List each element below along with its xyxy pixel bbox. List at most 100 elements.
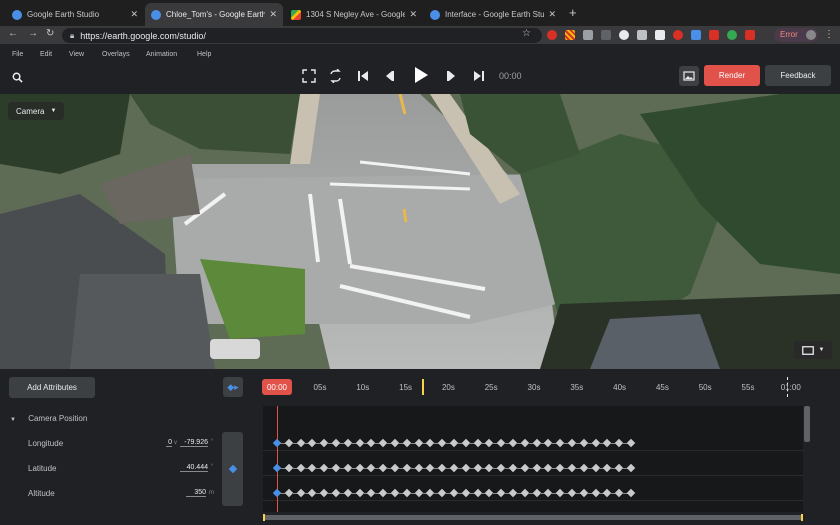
loop-icon[interactable] [328,69,343,83]
extension-icon[interactable] [709,30,719,40]
keyframe-marker[interactable] [626,463,636,473]
ruler-tick-label: 10s [356,383,370,392]
ruler-tick-label: 50s [698,383,712,392]
aspect-ratio-button[interactable]: ▼ [794,341,832,359]
browser-tab-active[interactable]: Chloe_Tom's - Google Earth Stu ✕ [145,3,283,26]
close-tab-icon[interactable]: ✕ [269,9,277,20]
browser-menu-icon[interactable]: ⋮ [824,29,834,40]
keyframe-marker[interactable] [626,488,636,498]
extension-icon[interactable] [601,30,611,40]
close-tab-icon[interactable]: ✕ [130,9,138,20]
extension-icon[interactable] [655,30,665,40]
close-tab-icon[interactable]: ✕ [548,9,556,20]
tab-title: Chloe_Tom's - Google Earth Stu [166,10,266,19]
horizontal-scrollbar[interactable] [263,514,803,521]
step-forward-icon[interactable] [446,69,458,83]
section-camera-position[interactable]: ▼ Camera Position [10,414,87,423]
longitude-unit: ° [211,439,214,445]
extension-icon[interactable] [619,30,629,40]
frame-icon [801,345,814,355]
latitude-input[interactable]: 40.444 [180,464,208,472]
longitude-prefix[interactable]: 0 [166,439,172,447]
range-end-handle[interactable] [801,514,803,521]
chevron-down-icon: ▼ [818,347,825,353]
range-start-handle[interactable] [263,514,265,521]
browser-toolbar: ← → ↻ 🔒︎ https://earth.google.com/studio… [0,26,840,44]
extension-icon[interactable] [745,30,755,40]
time-ruler[interactable]: 00:00 05s 10s 15s 20s 25s 30s 35s 40s 45s 50s 55s 0… [262,377,806,397]
feedback-button[interactable]: Feedback [765,65,831,86]
menu-overlays[interactable]: Overlays [102,51,130,58]
maps-icon [291,9,301,20]
render-button[interactable]: Render [704,65,760,86]
track-divider [263,500,803,501]
close-tab-icon[interactable]: ✕ [409,9,417,20]
bookmark-star-icon[interactable]: ☆ [522,28,531,39]
forward-icon[interactable]: → [28,28,38,39]
map-viewport[interactable]: Camera ▼ ▼ [0,94,840,369]
back-icon[interactable]: ← [8,28,18,39]
url-text: https://earth.google.com/studio/ [80,30,206,41]
vertical-scrollbar[interactable] [804,406,810,442]
keyframe-nav-button[interactable]: ◆▸ [223,377,243,397]
aerial-scene [0,94,840,369]
extension-icon[interactable] [673,30,683,40]
extension-icon[interactable] [583,30,593,40]
skip-to-start-icon[interactable] [357,69,369,83]
work-area-marker[interactable] [422,379,424,395]
tab-title: 1304 S Negley Ave - Google Ma [306,10,406,19]
profile-error-button[interactable]: Error [774,28,818,42]
address-bar[interactable]: 🔒︎ https://earth.google.com/studio/ [62,28,542,43]
snapshot-button[interactable] [679,66,699,86]
menu-view[interactable]: View [69,51,84,58]
menu-file[interactable]: File [12,51,23,58]
keyframe-diamond-icon[interactable] [228,464,238,474]
new-tab-icon[interactable]: + [569,5,577,20]
browser-tab[interactable]: 1304 S Negley Ave - Google Ma ✕ [285,3,423,26]
menu-help[interactable]: Help [197,51,211,58]
browser-tab[interactable]: Google Earth Studio ✕ [6,3,144,26]
current-time-badge[interactable]: 00:00 [262,379,292,395]
attr-label-altitude: Altitude [28,489,55,498]
skip-to-end-icon[interactable] [473,69,485,83]
fullscreen-icon[interactable] [302,69,316,83]
extension-icon[interactable] [637,30,647,40]
keyframe-toggle-column[interactable] [222,432,243,506]
app-toolbar: File Edit View Overlays Animation Help 0… [0,44,840,94]
keyframe-tracks[interactable] [263,406,803,512]
extension-icon[interactable] [547,30,557,40]
lock-icon: 🔒︎ [70,30,75,40]
ruler-tick-label: 30s [527,383,541,392]
ruler-tick-label: 40s [613,383,627,392]
earth-icon [12,9,22,20]
play-icon[interactable] [413,66,429,84]
extension-icon[interactable] [727,30,737,40]
keyframe-marker[interactable] [626,438,636,448]
ruler-tick-label: 05s [313,383,327,392]
error-label: Error [780,30,798,39]
camera-label: Camera [16,106,45,116]
attribute-labels-panel: ▼ Camera Position Longitude 0 v -79.926 … [0,407,222,512]
browser-tab-bar: Google Earth Studio ✕ Chloe_Tom's - Goog… [0,0,840,26]
extension-icon[interactable] [565,30,575,40]
extension-icon[interactable] [691,30,701,40]
keyframe-arrow-icon: ◆▸ [227,381,239,392]
ruler-tick-label: 20s [441,383,455,392]
step-back-icon[interactable] [383,69,395,83]
playback-timecode: 00:00 [499,71,522,81]
menu-animation[interactable]: Animation [146,51,177,58]
reload-icon[interactable]: ↻ [46,28,54,39]
camera-menu-button[interactable]: Camera ▼ [8,102,65,120]
tab-title: Interface - Google Earth Studio [445,10,545,19]
longitude-input[interactable]: -79.926 [180,439,208,447]
ruler-tick-label: 55s [741,383,755,392]
search-icon[interactable] [12,72,23,83]
menu-edit[interactable]: Edit [40,51,52,58]
ruler-tick-label: 25s [484,383,498,392]
altitude-unit: m [209,490,214,496]
browser-tab[interactable]: Interface - Google Earth Studio ✕ [424,3,562,26]
dropdown-caret-icon: v [174,440,177,446]
timeline-panel: Add Attributes ◆▸ 00:00 05s 10s 15s 20s 25s 3… [0,369,840,525]
add-attributes-button[interactable]: Add Attributes [9,377,95,398]
altitude-input[interactable]: 350 [186,489,206,497]
